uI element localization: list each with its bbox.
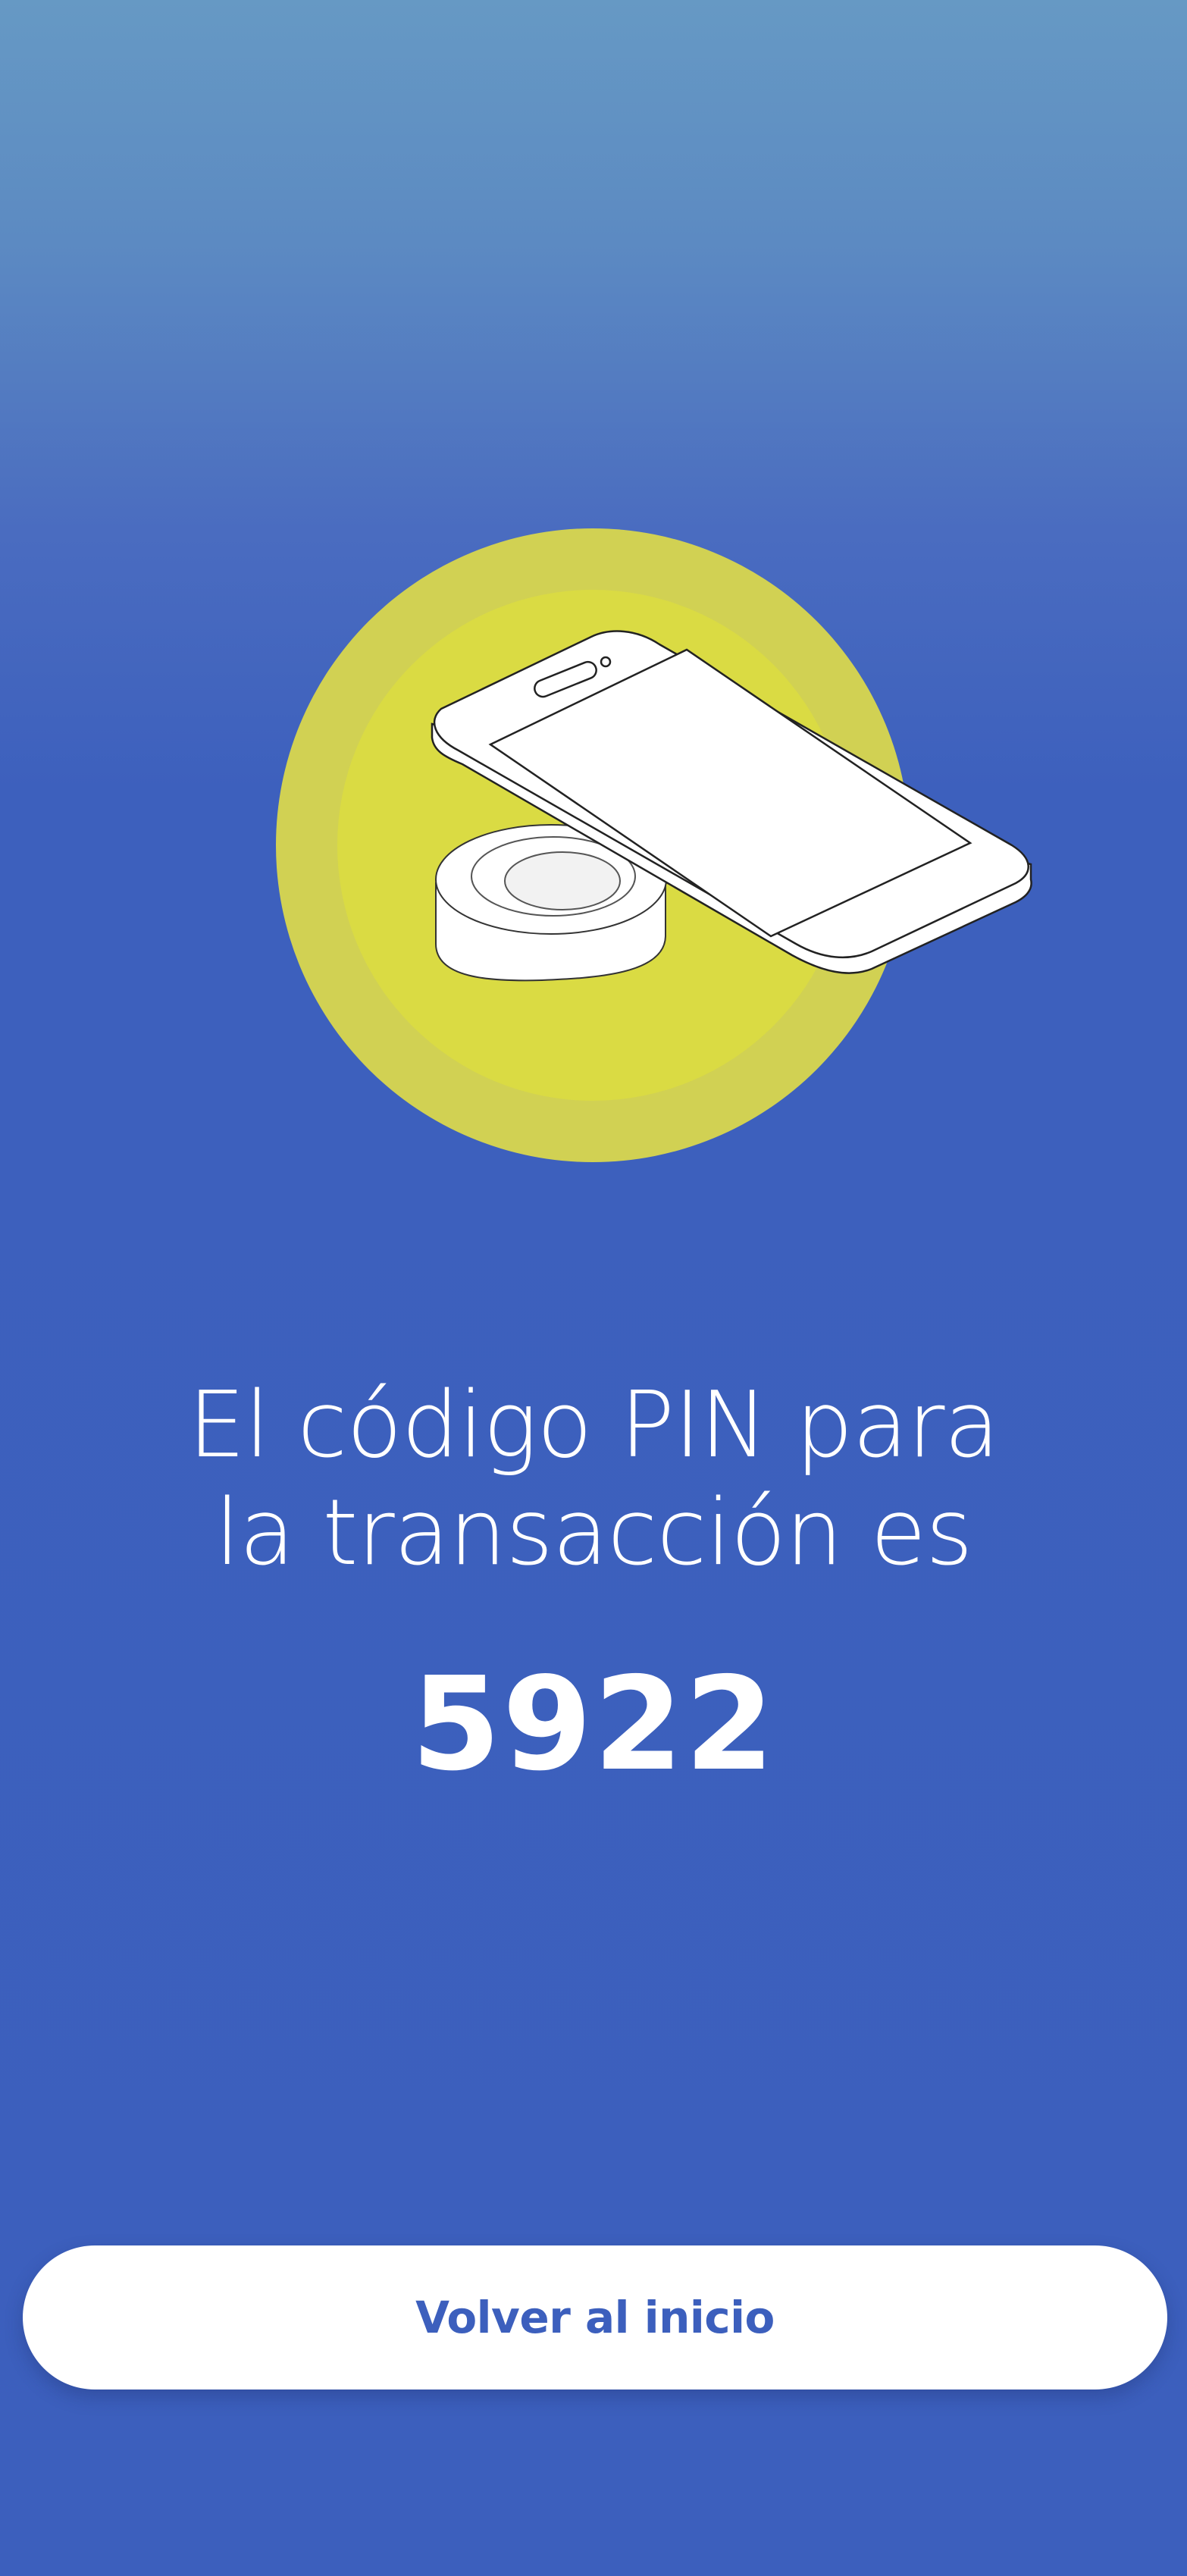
- pin-message: El código PIN para la transacción es: [0, 1372, 1187, 1587]
- nfc-phone-tap-icon: [265, 523, 1038, 1175]
- back-to-home-label: Volver al inicio: [415, 2292, 775, 2343]
- back-to-home-button[interactable]: Volver al inicio: [23, 2245, 1167, 2390]
- pin-code: 5922: [411, 1650, 776, 1800]
- pin-message-line-1: El código PIN para: [187, 1373, 1000, 1478]
- pin-message-line-2: la transacción es: [215, 1481, 972, 1586]
